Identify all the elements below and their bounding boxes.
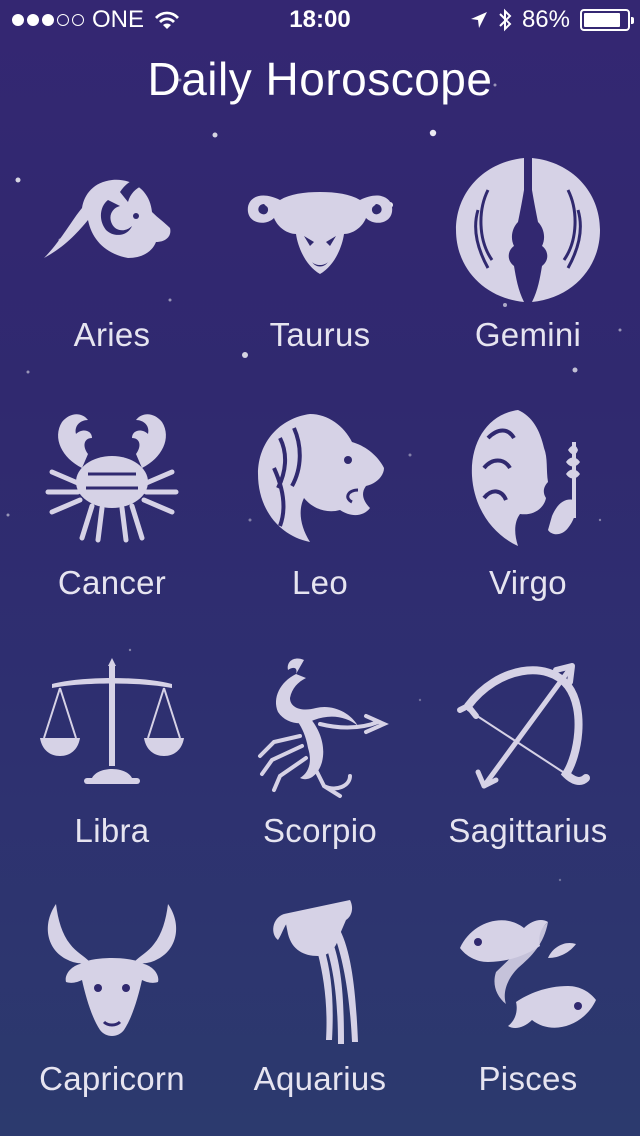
sign-taurus[interactable]: Taurus — [216, 150, 424, 398]
sign-label: Virgo — [489, 564, 567, 601]
sign-label: Aries — [73, 316, 151, 353]
sign-libra[interactable]: Libra — [8, 646, 216, 894]
sign-label: Gemini — [474, 316, 582, 353]
sign-aquarius[interactable]: Aquarius — [216, 894, 424, 1136]
crab-icon — [45, 414, 179, 543]
sign-sagittarius[interactable]: Sagittarius — [424, 646, 632, 894]
sign-virgo[interactable]: Virgo — [424, 398, 632, 646]
sign-cancer[interactable]: Cancer — [8, 398, 216, 646]
sign-leo[interactable]: Leo — [216, 398, 424, 646]
scorpion-icon — [258, 658, 389, 798]
battery-icon — [580, 9, 634, 31]
sign-gemini[interactable]: Gemini — [424, 150, 632, 398]
zodiac-grid: Aries Taurus Gemini Cancer Leo Virgo Lib… — [0, 150, 640, 1136]
scales-icon — [40, 658, 184, 784]
ram-head-icon — [44, 179, 171, 258]
sign-label: Pisces — [478, 1060, 578, 1097]
sign-aries[interactable]: Aries — [8, 150, 216, 398]
sign-label: Aquarius — [253, 1060, 387, 1097]
bluetooth-icon — [499, 8, 512, 32]
sign-label: Cancer — [57, 564, 167, 601]
goat-head-icon — [47, 904, 177, 1036]
sign-label: Leo — [292, 564, 348, 601]
status-bar: ONE 18:00 86% — [0, 0, 640, 40]
twins-icon — [456, 158, 600, 302]
location-arrow-icon — [470, 12, 487, 28]
sign-label: Taurus — [269, 316, 371, 353]
sign-capricorn[interactable]: Capricorn — [8, 894, 216, 1136]
water-jug-icon — [273, 900, 358, 1044]
sign-label: Libra — [74, 812, 150, 849]
page-title: Daily Horoscope — [147, 53, 493, 105]
sign-label: Scorpio — [263, 812, 377, 849]
sign-scorpio[interactable]: Scorpio — [216, 646, 424, 894]
sign-label: Sagittarius — [448, 812, 608, 849]
battery-percent: 86% — [521, 6, 570, 33]
bow-arrow-icon — [457, 663, 590, 789]
lion-head-icon — [258, 414, 384, 542]
status-right: 86% — [470, 0, 634, 40]
maiden-icon — [471, 410, 580, 546]
sign-pisces[interactable]: Pisces — [424, 894, 632, 1136]
bull-head-icon — [247, 192, 393, 274]
fishes-icon — [460, 920, 596, 1028]
sign-label: Capricorn — [39, 1060, 185, 1097]
